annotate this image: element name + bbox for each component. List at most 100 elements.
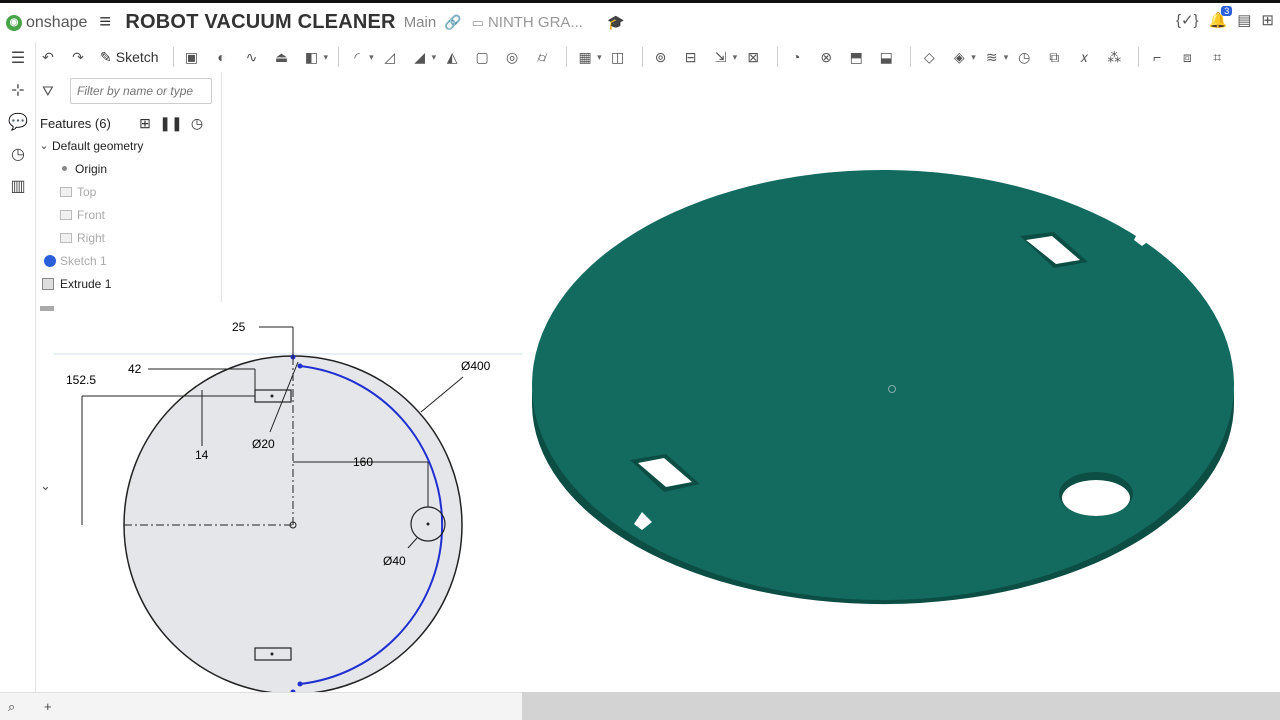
mirror-icon[interactable]: ◫: [606, 45, 630, 69]
folder-icon: ▭: [471, 14, 484, 30]
bottom-status-area: [522, 692, 1280, 720]
feature-filter-input[interactable]: [70, 78, 212, 104]
onshape-logo[interactable]: ◉ onshape: [6, 14, 87, 32]
front-plane-label: Front: [77, 207, 106, 222]
chevron-down-icon[interactable]: ▾: [432, 52, 437, 63]
plane-icon[interactable]: ◇: [917, 45, 941, 69]
document-title[interactable]: ROBOT VACUUM CLEANER: [125, 11, 395, 34]
sweep-icon[interactable]: ∿: [240, 45, 264, 69]
modify-fillet-icon[interactable]: ◔: [784, 45, 808, 69]
toolbar-divider: [910, 47, 912, 67]
chevron-down-icon[interactable]: ▾: [324, 52, 329, 63]
composite-icon[interactable]: ⁂: [1102, 45, 1126, 69]
tree-extrude[interactable]: Extrude 1: [36, 272, 221, 295]
delete-part-icon[interactable]: ⊠: [741, 45, 765, 69]
pause-icon[interactable]: ❚❚: [158, 115, 184, 132]
apps-icon[interactable]: ⊞: [1261, 11, 1274, 29]
clock-icon[interactable]: ◷: [1012, 45, 1036, 69]
chamfer-icon[interactable]: ◿: [378, 45, 402, 69]
part-top-face: [532, 170, 1234, 600]
left-rail: ☰ ⊹ 💬 ◷ ▥: [0, 42, 36, 720]
rib-icon[interactable]: ◭: [440, 45, 464, 69]
pattern-icon[interactable]: ▦: [573, 45, 597, 69]
toolbar-divider: [172, 47, 174, 67]
top-right-controls: {✓} 🔔 3 ▤ ⊞: [1176, 6, 1274, 29]
tree-default-geometry[interactable]: ⌄ Default geometry: [36, 134, 221, 157]
slot-center: [270, 652, 274, 656]
delete-face-icon[interactable]: ⊗: [814, 45, 838, 69]
feature-list-icon[interactable]: ☰: [0, 42, 36, 74]
tree-right-plane[interactable]: Right: [36, 226, 221, 249]
variables-icon[interactable]: {✓}: [1176, 11, 1199, 29]
insert-icon[interactable]: ⊹: [0, 74, 36, 106]
top-bar: ◉ onshape ≡ ROBOT VACUUM CLEANER Main 🔗 …: [0, 0, 1280, 42]
boolean-icon[interactable]: ⊚: [649, 45, 673, 69]
bottom-tab-bar: ⌕ +: [0, 692, 522, 720]
redo-icon[interactable]: ↷: [66, 45, 90, 69]
3d-viewport[interactable]: [522, 150, 1262, 610]
tree-origin[interactable]: Origin: [36, 157, 221, 180]
transform-icon[interactable]: ⇲: [709, 45, 733, 69]
toolbar-divider: [641, 47, 643, 67]
sheet-metal-icon[interactable]: ⌐: [1145, 45, 1169, 69]
chevron-down-icon[interactable]: ▾: [369, 52, 374, 63]
history-icon[interactable]: ◷: [0, 138, 36, 170]
comments-icon[interactable]: 💬: [0, 106, 36, 138]
sketch-label: Sketch: [115, 49, 159, 65]
shell-icon[interactable]: ▢: [470, 45, 494, 69]
cylinder-icon[interactable]: ⌭: [530, 45, 554, 69]
dim-14: 14: [195, 448, 209, 462]
revolve-icon[interactable]: ◐: [210, 45, 234, 69]
variable-icon[interactable]: 𝑥: [1072, 45, 1096, 69]
bill-of-materials-icon[interactable]: ▥: [0, 170, 36, 202]
notifications-icon[interactable]: 🔔 3: [1209, 6, 1233, 29]
extrude-feature-icon: [42, 277, 54, 290]
dim-42: 42: [128, 362, 142, 376]
split-icon[interactable]: ⊟: [679, 45, 703, 69]
loft-icon[interactable]: ⏏: [270, 45, 294, 69]
chevron-down-icon[interactable]: ▾: [733, 52, 738, 63]
dim-400-leader: [420, 376, 464, 413]
hole-icon[interactable]: ◎: [500, 45, 524, 69]
onshape-logo-icon: ◉: [6, 14, 22, 31]
chevron-down-icon[interactable]: ▾: [971, 52, 976, 63]
fillet-icon[interactable]: ◜: [345, 45, 369, 69]
draft-icon[interactable]: ◢: [408, 45, 432, 69]
sketch-button[interactable]: ✎ Sketch: [100, 49, 159, 66]
chevron-down-icon[interactable]: ⌄: [36, 139, 52, 152]
tree-top-plane[interactable]: Top: [36, 180, 221, 203]
mate-connector-icon[interactable]: ◈: [947, 45, 971, 69]
tree-sketch[interactable]: Sketch 1: [36, 249, 221, 272]
right-plane-label: Right: [77, 230, 106, 245]
default-geometry-label: Default geometry: [52, 138, 144, 153]
hole-center: [426, 522, 430, 526]
add-tab-icon[interactable]: +: [44, 699, 52, 714]
surface-icon[interactable]: ⌗: [1205, 45, 1229, 69]
branch-label[interactable]: Main: [404, 14, 437, 31]
hamburger-menu-icon[interactable]: ≡: [99, 11, 117, 34]
extrude-icon[interactable]: ▣: [180, 45, 204, 69]
section-icon[interactable]: ⧉: [1042, 45, 1066, 69]
replace-face-icon[interactable]: ⬓: [874, 45, 898, 69]
link-icon[interactable]: 🔗: [444, 14, 461, 31]
add-folder-icon[interactable]: ⊞: [132, 115, 158, 132]
plane-icon: [60, 186, 72, 197]
folder-name[interactable]: NINTH GRA...: [488, 14, 583, 31]
dim-40: Ø40: [383, 554, 406, 568]
tab-manager-icon[interactable]: ⌕: [8, 699, 15, 715]
timer-icon[interactable]: ◷: [184, 115, 210, 132]
undo-icon[interactable]: ↶: [36, 45, 60, 69]
helix-icon[interactable]: ≋: [980, 45, 1004, 69]
chevron-down-icon[interactable]: ▾: [1004, 52, 1009, 63]
filter-icon[interactable]: ⛛: [42, 83, 64, 100]
education-icon[interactable]: 🎓: [607, 14, 624, 31]
tree-front-plane[interactable]: Front: [36, 203, 221, 226]
thicken-icon[interactable]: ◧: [300, 45, 324, 69]
hole-opening: [1062, 480, 1130, 516]
chevron-down-icon[interactable]: ▾: [597, 52, 602, 63]
frame-icon[interactable]: ⧈: [1175, 45, 1199, 69]
move-face-icon[interactable]: ⬒: [844, 45, 868, 69]
toolbar-divider: [566, 47, 568, 67]
dim-25: 25: [232, 320, 246, 334]
document-icon[interactable]: ▤: [1237, 11, 1251, 29]
